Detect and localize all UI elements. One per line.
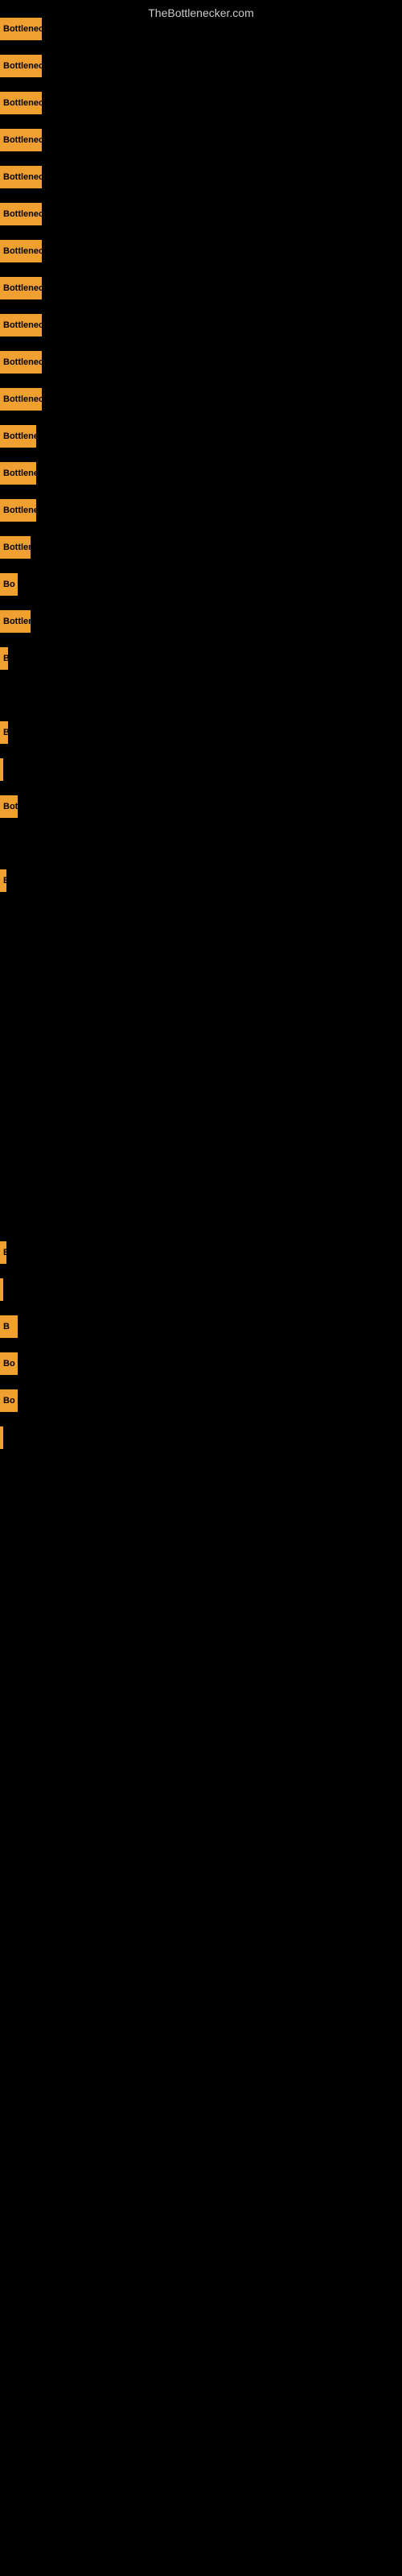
bottleneck-bar-26[interactable]: Bo bbox=[0, 1389, 18, 1412]
bottleneck-bar-label-21: E bbox=[3, 876, 6, 886]
bottleneck-bar-label-15: Bo bbox=[3, 580, 15, 589]
bottleneck-bar-label-9: Bottleneck resu bbox=[3, 357, 42, 367]
bottleneck-bar-10[interactable]: Bottleneck rest bbox=[0, 388, 42, 411]
bottleneck-bar-20[interactable]: Bott bbox=[0, 795, 18, 818]
bottleneck-bar-1[interactable]: Bottleneck resu bbox=[0, 55, 42, 77]
bottleneck-bar-6[interactable]: Bottleneck resu bbox=[0, 240, 42, 262]
bottleneck-bar-12[interactable]: Bottleneck re bbox=[0, 462, 36, 485]
bottleneck-bar-0[interactable]: Bottleneck resu bbox=[0, 18, 42, 40]
bottleneck-bar-label-26: Bo bbox=[3, 1396, 15, 1406]
bottleneck-bar-17[interactable]: B bbox=[0, 647, 8, 670]
bottleneck-bar-23[interactable] bbox=[0, 1278, 3, 1301]
bottleneck-bar-16[interactable]: Bottlen bbox=[0, 610, 31, 633]
bottleneck-bar-label-11: Bottleneck re bbox=[3, 431, 36, 441]
bottleneck-bar-8[interactable]: Bottleneck resu bbox=[0, 314, 42, 336]
bottleneck-bar-5[interactable]: Bottleneck resu bbox=[0, 203, 42, 225]
bottleneck-bar-label-24: B bbox=[3, 1322, 10, 1331]
bottleneck-bar-label-22: E bbox=[3, 1248, 6, 1257]
bottleneck-bar-15[interactable]: Bo bbox=[0, 573, 18, 596]
bottleneck-bar-label-5: Bottleneck resu bbox=[3, 209, 42, 219]
bottleneck-bar-label-7: Bottleneck resu bbox=[3, 283, 42, 293]
bottleneck-bar-9[interactable]: Bottleneck resu bbox=[0, 351, 42, 374]
bottleneck-bar-label-16: Bottlen bbox=[3, 617, 31, 626]
bottleneck-bar-18[interactable]: B bbox=[0, 721, 8, 744]
bottleneck-bar-22[interactable]: E bbox=[0, 1241, 6, 1264]
bottleneck-bar-label-18: B bbox=[3, 728, 8, 737]
bottleneck-bar-label-14: Bottlene bbox=[3, 543, 31, 552]
bottleneck-bar-27[interactable] bbox=[0, 1426, 3, 1449]
bottleneck-bar-14[interactable]: Bottlene bbox=[0, 536, 31, 559]
bottleneck-bar-label-2: Bottleneck resu bbox=[3, 98, 42, 108]
bottleneck-bar-11[interactable]: Bottleneck re bbox=[0, 425, 36, 448]
bottleneck-bar-label-0: Bottleneck resu bbox=[3, 24, 42, 34]
bottleneck-bar-label-1: Bottleneck resu bbox=[3, 61, 42, 71]
bottleneck-bar-label-8: Bottleneck resu bbox=[3, 320, 42, 330]
bottleneck-bar-13[interactable]: Bottleneck re bbox=[0, 499, 36, 522]
bottleneck-bar-label-13: Bottleneck re bbox=[3, 506, 36, 515]
bottleneck-bar-label-20: Bott bbox=[3, 802, 18, 811]
bottleneck-bar-21[interactable]: E bbox=[0, 869, 6, 892]
bottleneck-bar-7[interactable]: Bottleneck resu bbox=[0, 277, 42, 299]
bottleneck-bar-3[interactable]: Bottleneck resu bbox=[0, 129, 42, 151]
bottleneck-bar-label-4: Bottleneck resu bbox=[3, 172, 42, 182]
bottleneck-bar-label-12: Bottleneck re bbox=[3, 469, 36, 478]
bottleneck-bar-label-17: B bbox=[3, 654, 8, 663]
bottleneck-bar-19[interactable] bbox=[0, 758, 3, 781]
bottleneck-bar-label-25: Bo bbox=[3, 1359, 15, 1368]
site-title: TheBottlenecker.com bbox=[0, 0, 402, 26]
bottleneck-bar-label-10: Bottleneck rest bbox=[3, 394, 42, 404]
bottleneck-bar-label-6: Bottleneck resu bbox=[3, 246, 42, 256]
bottleneck-bar-25[interactable]: Bo bbox=[0, 1352, 18, 1375]
bottleneck-bar-2[interactable]: Bottleneck resu bbox=[0, 92, 42, 114]
bottleneck-bar-24[interactable]: B bbox=[0, 1315, 18, 1338]
bottleneck-bar-4[interactable]: Bottleneck resu bbox=[0, 166, 42, 188]
bottleneck-bar-label-3: Bottleneck resu bbox=[3, 135, 42, 145]
